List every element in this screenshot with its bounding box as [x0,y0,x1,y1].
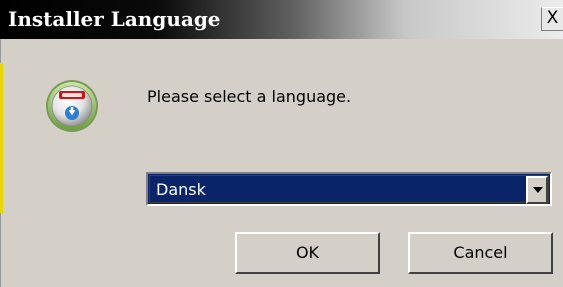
prompt-text: Please select a language. [147,87,352,106]
left-accent-strip [0,63,3,213]
ok-button[interactable]: OK [235,232,380,274]
installer-language-dialog: Installer Language X Please select a lan… [0,0,563,287]
close-button[interactable]: X [541,7,563,31]
installer-disc-icon [46,80,98,132]
dropdown-button[interactable] [526,176,548,204]
title-bar[interactable]: Installer Language X [0,0,563,39]
close-icon: X [546,8,559,28]
chevron-down-icon [533,187,543,193]
language-select-field[interactable]: Dansk [149,175,549,204]
cancel-button[interactable]: Cancel [408,232,553,274]
language-select[interactable]: Dansk [146,172,552,206]
language-select-value: Dansk [156,180,206,199]
window-title: Installer Language [8,7,221,31]
